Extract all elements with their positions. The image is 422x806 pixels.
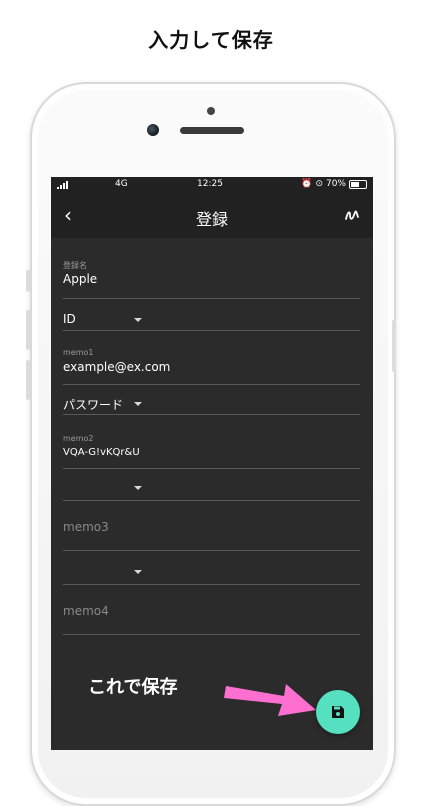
memo4-placeholder: memo4 — [63, 604, 109, 618]
memo2-value: VQA-G!vKQr&U — [63, 447, 140, 458]
phone-speaker — [180, 127, 244, 134]
network-type: 4G — [115, 179, 128, 189]
password-select[interactable]: パスワード — [63, 394, 360, 415]
phone-volume-up — [26, 310, 30, 350]
chevron-down-icon — [134, 570, 142, 574]
status-bar: 4G 12:25 ⏰ ⊙ 70% — [51, 177, 373, 193]
memo3-type-select[interactable] — [63, 478, 360, 501]
battery-icon — [349, 179, 367, 189]
id-select-label: ID — [63, 312, 76, 326]
page-title: 登録 — [195, 210, 228, 229]
alarm-icon: ⏰ — [301, 179, 313, 189]
password-select-label: パスワード — [63, 398, 124, 412]
name-value: Apple — [63, 272, 98, 286]
memo3-field[interactable]: memo3 — [63, 518, 360, 551]
memo3-placeholder: memo3 — [63, 520, 109, 534]
status-icons: ⏰ ⊙ 70% — [301, 179, 367, 189]
memo1-label: memo1 — [63, 348, 94, 357]
memo4-field[interactable]: memo4 — [63, 602, 360, 635]
phone-power-button — [392, 320, 396, 372]
page-headline: 入力して保存 — [148, 28, 274, 52]
name-label: 登録名 — [63, 261, 87, 270]
memo2-label: memo2 — [63, 434, 94, 443]
save-icon — [332, 706, 344, 718]
memo4-type-select[interactable] — [63, 562, 360, 585]
camera-icon — [147, 124, 159, 136]
phone-side-button — [26, 270, 30, 292]
phone-volume-down — [26, 360, 30, 400]
save-button[interactable] — [316, 690, 360, 734]
chevron-down-icon — [134, 402, 142, 406]
save-hint-annotation: これで保存 — [88, 677, 178, 698]
chevron-down-icon — [134, 318, 142, 322]
nav-bar: ‹ 登録 — [51, 193, 373, 238]
battery-percent: 70% — [325, 179, 346, 189]
memo1-value: example@ex.com — [63, 360, 171, 374]
memo2-field[interactable]: memo2 VQA-G!vKQr&U — [63, 434, 360, 469]
phone-sensor — [207, 107, 215, 115]
clock: 12:25 — [197, 179, 223, 189]
arrow-icon — [224, 684, 316, 716]
signal-icon — [57, 181, 68, 189]
chevron-down-icon — [134, 486, 142, 490]
memo1-field[interactable]: memo1 example@ex.com — [63, 348, 360, 385]
scribble-icon[interactable] — [344, 207, 360, 223]
app-screen: 4G 12:25 ⏰ ⊙ 70% ‹ 登録 登録名 Apple ID memo1… — [51, 177, 373, 750]
id-select[interactable]: ID — [63, 310, 360, 331]
name-field[interactable]: 登録名 Apple — [63, 260, 360, 299]
orientation-lock-icon: ⊙ — [315, 179, 323, 189]
